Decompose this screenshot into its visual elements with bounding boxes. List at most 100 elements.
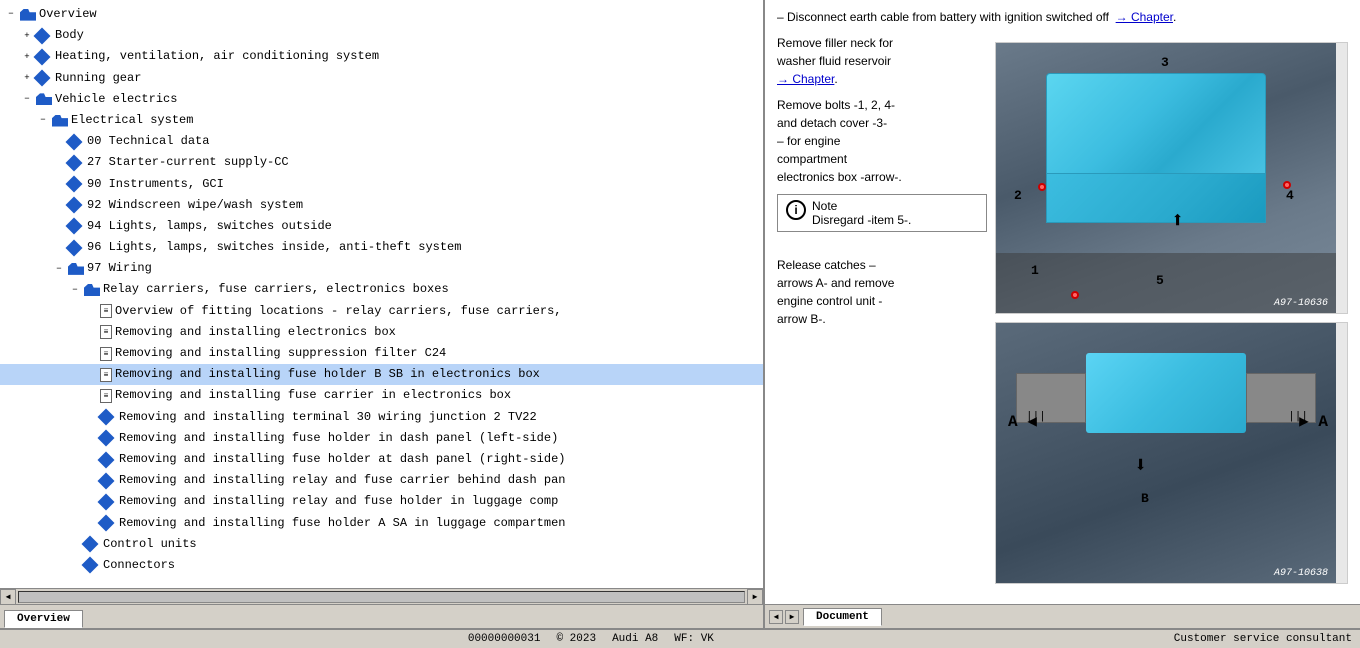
folder-icon-14: [84, 284, 100, 296]
tree-item-7[interactable]: 00 Technical data: [0, 131, 763, 152]
expand-icon-14[interactable]: −: [68, 283, 82, 297]
expand-icon-18[interactable]: [84, 368, 98, 382]
image-container-1: 3 2 1 4 5 ⬆ A97-10636: [995, 42, 1348, 314]
left-tab-bar: Overview: [0, 604, 763, 628]
callout-2: 2: [1014, 188, 1022, 203]
tree-label-26: Control units: [103, 535, 197, 554]
expand-icon-17[interactable]: [84, 347, 98, 361]
tree-area[interactable]: −Overview+Body+Heating, ventilation, air…: [0, 0, 763, 588]
tree-item-5[interactable]: −Vehicle electrics: [0, 89, 763, 110]
tree-label-19: Removing and installing fuse carrier in …: [115, 386, 511, 405]
note-box: i NoteDisregard -item 5-.: [777, 194, 987, 232]
tree-item-1[interactable]: −Overview: [0, 4, 763, 25]
tree-item-18[interactable]: ≡Removing and installing fuse holder B S…: [0, 364, 763, 385]
expand-icon-25[interactable]: [84, 516, 98, 530]
tree-label-15: Overview of fitting locations - relay ca…: [115, 302, 561, 321]
scroll-left[interactable]: ◀: [0, 589, 16, 605]
callout-4: 4: [1286, 188, 1294, 203]
expand-icon-13[interactable]: −: [52, 262, 66, 276]
expand-icon-2[interactable]: +: [20, 29, 34, 43]
callout-1: 1: [1031, 263, 1039, 278]
tree-item-16[interactable]: ≡Removing and installing electronics box: [0, 322, 763, 343]
expand-icon-11[interactable]: [52, 219, 66, 233]
tree-item-22[interactable]: Removing and installing fuse holder at d…: [0, 449, 763, 470]
expand-icon-10[interactable]: [52, 198, 66, 212]
diamond-icon-26: [82, 536, 99, 553]
tree-item-3[interactable]: +Heating, ventilation, air conditioning …: [0, 46, 763, 67]
doc-icon-17: ≡: [100, 347, 112, 361]
expand-icon-26[interactable]: [68, 537, 82, 551]
diamond-icon-21: [98, 430, 115, 447]
expand-icon-19[interactable]: [84, 389, 98, 403]
tree-item-4[interactable]: + Running gear: [0, 68, 763, 89]
tree-item-11[interactable]: 94 Lights, lamps, switches outside: [0, 216, 763, 237]
tree-item-27[interactable]: Connectors: [0, 555, 763, 576]
expand-icon-8[interactable]: [52, 156, 66, 170]
expand-icon-12[interactable]: [52, 241, 66, 255]
tree-item-10[interactable]: 92 Windscreen wipe/wash system: [0, 195, 763, 216]
expand-icon-27[interactable]: [68, 558, 82, 572]
tree-item-13[interactable]: −97 Wiring: [0, 258, 763, 279]
diamond-icon-2: [34, 27, 51, 44]
tree-item-24[interactable]: Removing and installing relay and fuse h…: [0, 491, 763, 512]
scroll-right[interactable]: ▶: [747, 589, 763, 605]
tree-item-14[interactable]: −Relay carriers, fuse carriers, electron…: [0, 279, 763, 300]
expand-icon-3[interactable]: +: [20, 50, 34, 64]
tree-label-12: 96 Lights, lamps, switches inside, anti-…: [87, 238, 461, 257]
tree-item-15[interactable]: ≡Overview of fitting locations - relay c…: [0, 301, 763, 322]
doc-icon-18: ≡: [100, 368, 112, 382]
tree-label-9: 90 Instruments, GCI: [87, 175, 224, 194]
tree-label-23: Removing and installing relay and fuse c…: [119, 471, 565, 490]
expand-icon-15[interactable]: [84, 304, 98, 318]
tree-item-8[interactable]: 27 Starter-current supply-CC: [0, 152, 763, 173]
expand-icon-1[interactable]: −: [4, 8, 18, 22]
diamond-icon-7: [66, 133, 83, 150]
tab-overview[interactable]: Overview: [4, 610, 83, 628]
tree-item-12[interactable]: 96 Lights, lamps, switches inside, anti-…: [0, 237, 763, 258]
tree-item-21[interactable]: Removing and installing fuse holder in d…: [0, 428, 763, 449]
horizontal-scrollbar[interactable]: ◀ ▶: [0, 588, 763, 604]
diamond-icon-11: [66, 218, 83, 235]
tree-item-6[interactable]: −Electrical system: [0, 110, 763, 131]
expand-icon-21[interactable]: [84, 431, 98, 445]
expand-icon-23[interactable]: [84, 474, 98, 488]
diamond-icon-22: [98, 451, 115, 468]
expand-icon-7[interactable]: [52, 135, 66, 149]
tree-label-4: Running gear: [55, 69, 141, 88]
engine-image-2: A ◀ ||| ▶ A ||| ⬇ B A97-10638: [996, 323, 1336, 583]
tree-label-7: 00 Technical data: [87, 132, 209, 151]
tree-item-25[interactable]: Removing and installing fuse holder A SA…: [0, 513, 763, 534]
folder-icon-5: [36, 93, 52, 105]
expand-icon-9[interactable]: [52, 177, 66, 191]
diamond-icon-4: [34, 70, 51, 87]
tree-item-20[interactable]: Removing and installing terminal 30 wiri…: [0, 407, 763, 428]
expand-icon-22[interactable]: [84, 453, 98, 467]
expand-icon-16[interactable]: [84, 325, 98, 339]
step1-link[interactable]: → Chapter: [777, 72, 834, 86]
expand-icon-24[interactable]: [84, 495, 98, 509]
tree-item-9[interactable]: 90 Instruments, GCI: [0, 174, 763, 195]
tree-label-8: 27 Starter-current supply-CC: [87, 153, 289, 172]
tree-item-23[interactable]: Removing and installing relay and fuse c…: [0, 470, 763, 491]
doc-icon-16: ≡: [100, 325, 112, 339]
expand-icon-4[interactable]: +: [20, 71, 34, 85]
nav-right[interactable]: ▶: [785, 610, 799, 624]
tree-item-17[interactable]: ≡Removing and installing suppression fil…: [0, 343, 763, 364]
diamond-icon-8: [66, 154, 83, 171]
tree-label-16: Removing and installing electronics box: [115, 323, 396, 342]
nav-left[interactable]: ◀: [769, 610, 783, 624]
expand-icon-20[interactable]: [84, 410, 98, 424]
tree-label-11: 94 Lights, lamps, switches outside: [87, 217, 332, 236]
tree-item-2[interactable]: +Body: [0, 25, 763, 46]
image-1-label: A97-10636: [1274, 298, 1328, 309]
tree-label-22: Removing and installing fuse holder at d…: [119, 450, 565, 469]
expand-icon-6[interactable]: −: [36, 114, 50, 128]
h-scroll-track[interactable]: [18, 591, 745, 603]
expand-icon-5[interactable]: −: [20, 92, 34, 106]
tab-document[interactable]: Document: [803, 608, 882, 626]
step3-text: Release catches –arrows A- and removeeng…: [777, 256, 987, 328]
tree-item-26[interactable]: Control units: [0, 534, 763, 555]
status-copyright: © 2023: [556, 633, 596, 645]
intro-link[interactable]: → Chapter: [1116, 10, 1173, 24]
tree-item-19[interactable]: ≡Removing and installing fuse carrier in…: [0, 385, 763, 406]
